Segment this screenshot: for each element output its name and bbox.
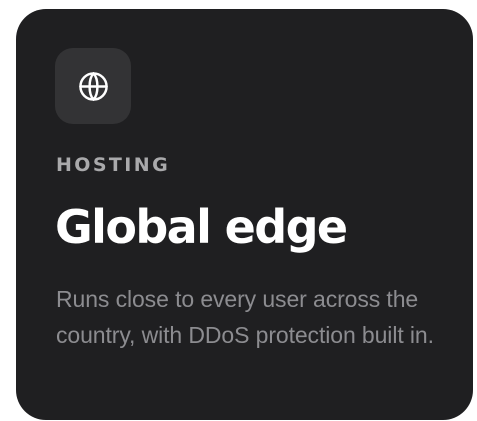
card-description: Runs close to every user across the coun… [56,286,434,348]
icon-tile [55,48,131,124]
card-eyebrow: HOSTING [56,154,171,176]
card-title: Global edge [55,200,348,254]
feature-card: HOSTING Global edge Runs close to every … [16,9,473,420]
globe-icon [78,71,108,101]
